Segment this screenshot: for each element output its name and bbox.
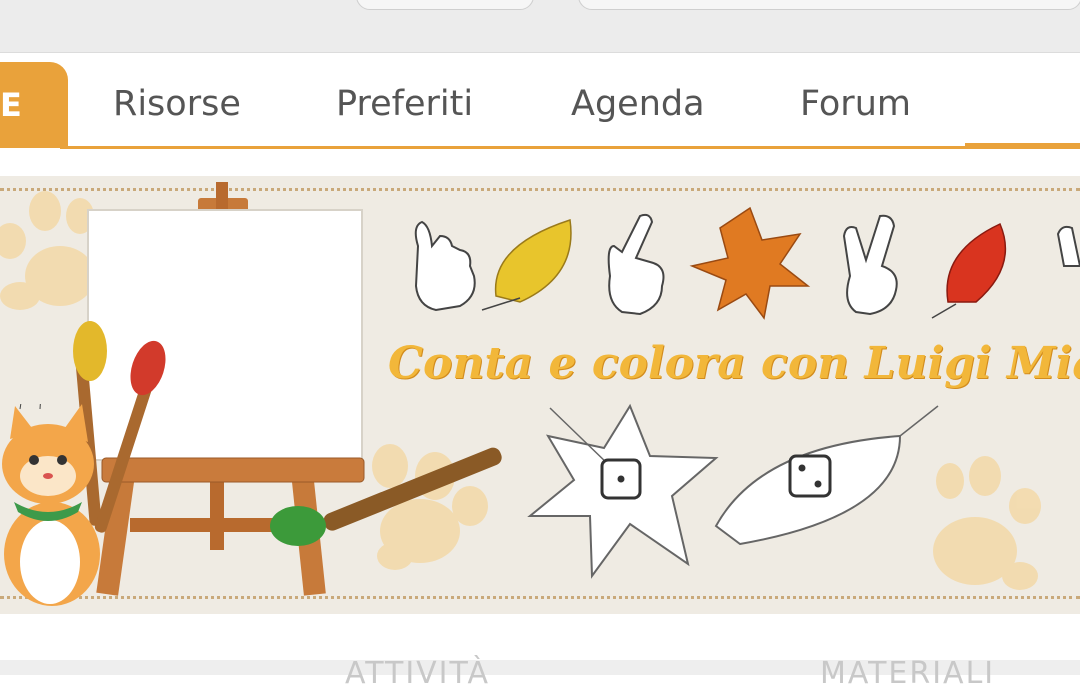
toolbar-button[interactable] — [356, 0, 534, 10]
nav-underline-accent — [965, 143, 1080, 147]
activity-banner[interactable]: Conta e colora con Luigi Miaugu — [0, 176, 1080, 614]
dice-icon — [600, 454, 832, 500]
luigi-cat-illustration — [2, 404, 100, 606]
tab-forum[interactable]: Forum — [800, 84, 911, 124]
tab-risorse[interactable]: Risorse — [113, 84, 241, 124]
banner-title: Conta e colora con Luigi Miaugu — [388, 338, 1080, 389]
nav-underline — [60, 146, 1080, 149]
counting-row-illustration — [414, 206, 1080, 320]
coloring-leaves-illustration — [527, 403, 939, 579]
section-label-materials[interactable]: MATERIALI — [820, 656, 995, 691]
tab-agenda[interactable]: Agenda — [571, 84, 705, 124]
tab-active-label: E — [0, 86, 22, 124]
section-label-activities[interactable]: ATTIVITÀ — [345, 656, 490, 691]
address-bar[interactable] — [578, 0, 1080, 10]
green-brush-illustration — [270, 447, 502, 546]
browser-toolbar — [0, 0, 1080, 53]
leaves — [481, 206, 1007, 320]
tab-preferiti[interactable]: Preferiti — [336, 84, 473, 124]
